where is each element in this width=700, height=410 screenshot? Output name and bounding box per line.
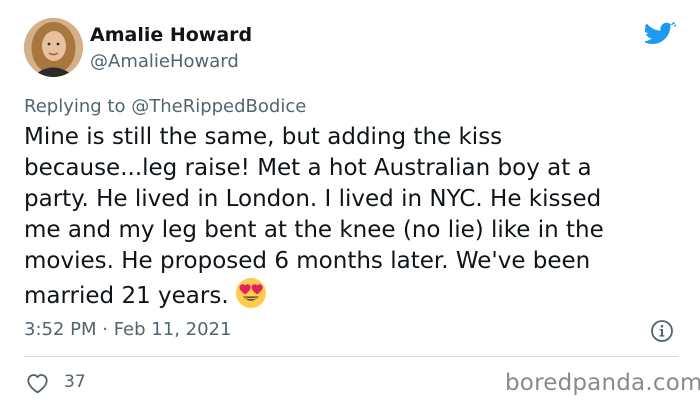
like-count: 37 bbox=[64, 372, 86, 392]
tweet-last-line: married 21 years. bbox=[24, 277, 684, 312]
author-display-name[interactable]: Amalie Howard bbox=[90, 24, 252, 46]
tweet-line: married 21 years. bbox=[24, 283, 229, 309]
reply-to-handle-link[interactable]: @TheRippedBodice bbox=[131, 96, 306, 117]
tweet-line: because...leg raise! Met a hot Australia… bbox=[24, 155, 592, 181]
tweet-text: Mine is still the same, but adding the k… bbox=[24, 122, 684, 312]
heart-eyes-emoji-icon bbox=[235, 278, 266, 308]
replying-to: Replying to @TheRippedBodice bbox=[24, 96, 306, 117]
tweet-line: me and my leg bent at the knee (no lie) … bbox=[24, 217, 604, 243]
replying-to-prefix: Replying to bbox=[24, 96, 126, 117]
tweet-line: movies. He proposed 6 months later. We'v… bbox=[24, 248, 591, 274]
watermark-text: boredpanda.com bbox=[505, 370, 700, 396]
tweet-timestamp[interactable]: 3:52 PM · Feb 11, 2021 bbox=[24, 319, 231, 340]
author-handle[interactable]: @AmalieHoward bbox=[90, 51, 239, 72]
tweet-line: Mine is still the same, but adding the k… bbox=[24, 124, 503, 150]
divider bbox=[24, 356, 678, 357]
twitter-bird-icon[interactable] bbox=[645, 22, 677, 50]
tweet-line: party. He lived in London. I lived in NY… bbox=[24, 186, 602, 212]
info-icon[interactable] bbox=[650, 319, 674, 343]
heart-icon[interactable] bbox=[25, 372, 50, 394]
avatar[interactable] bbox=[24, 18, 83, 77]
